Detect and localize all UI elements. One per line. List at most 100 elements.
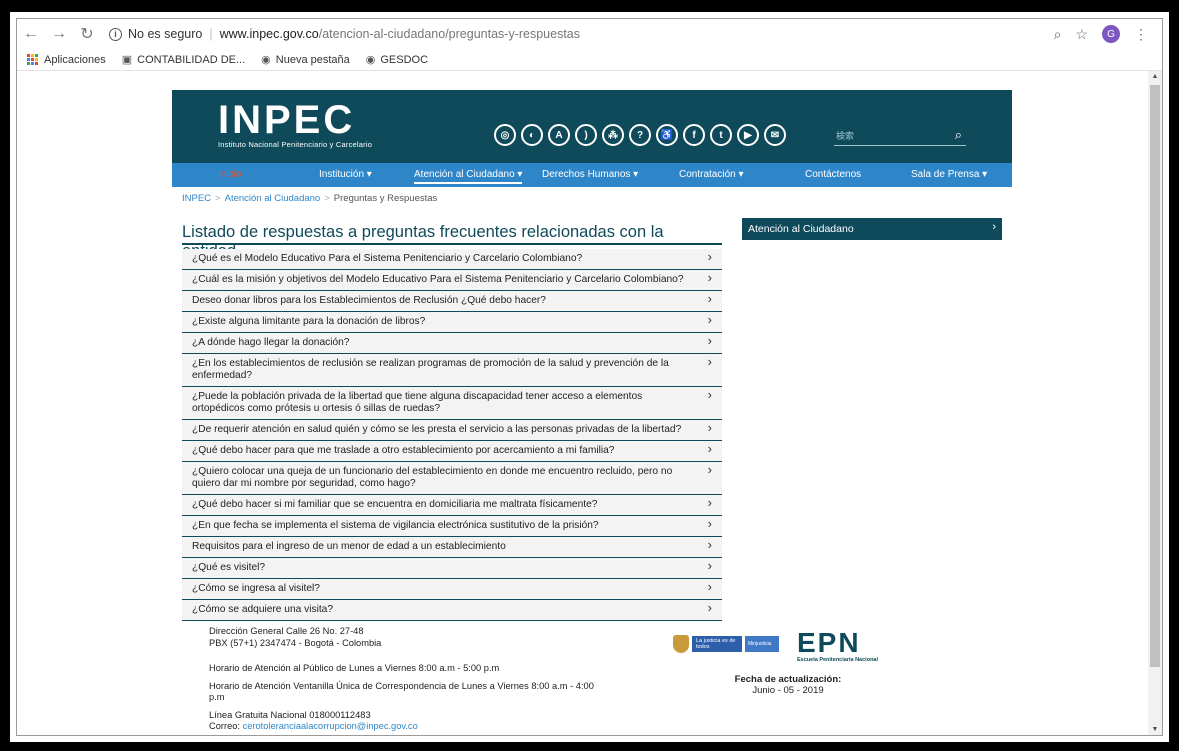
twitter-icon[interactable]: t	[710, 124, 732, 146]
scroll-down-icon[interactable]: ▼	[1148, 726, 1162, 733]
globe-icon[interactable]: ◎	[494, 124, 516, 146]
faq-question: ¿De requerir atención en salud quién y c…	[192, 424, 682, 435]
faq-item[interactable]: ¿Puede la población privada de la libert…	[182, 387, 722, 420]
bookmark-new-tab[interactable]: ◉ Nueva pestaña	[261, 53, 350, 67]
divider: |	[209, 27, 213, 41]
chevron-right-icon: ›	[707, 441, 712, 456]
footer-email-label: Correo:	[209, 721, 243, 731]
browser-toolbar: ← → ↻ i No es seguro | www.inpec.gov.co /…	[17, 19, 1162, 49]
avatar[interactable]: G	[1102, 25, 1120, 43]
font-size-icon[interactable]: A	[548, 124, 570, 146]
search-input[interactable]: 検索 ⌕	[834, 126, 966, 146]
ministry-name: Minjusticia	[745, 636, 779, 652]
breadcrumb-section[interactable]: Atención al Ciudadano	[225, 193, 321, 204]
address-bar[interactable]: i No es seguro | www.inpec.gov.co/atenci…	[109, 22, 1054, 46]
bookmark-gesdoc[interactable]: ◉ GESDOC	[366, 53, 429, 67]
faq-item[interactable]: ¿Existe alguna limitante para la donació…	[182, 312, 722, 333]
reload-icon[interactable]: ↻	[73, 24, 101, 44]
breadcrumb-home[interactable]: INPEC	[182, 193, 211, 204]
bookmark-label: CONTABILIDAD DE...	[137, 53, 246, 66]
info-icon[interactable]: i	[109, 27, 122, 41]
help-icon[interactable]: ?	[629, 124, 651, 146]
bookmark-contabilidad[interactable]: ▣ CONTABILIDAD DE...	[122, 53, 246, 67]
zoom-icon[interactable]: ⌕	[1054, 26, 1062, 43]
chevron-right-icon: ›	[707, 312, 712, 327]
faq-item[interactable]: ¿Qué es visitel? ›	[182, 558, 722, 579]
faq-item[interactable]: ¿A dónde hago llegar la donación? ›	[182, 333, 722, 354]
sitemap-icon[interactable]: ⁂	[602, 124, 624, 146]
faq-question: ¿Qué es el Modelo Educativo Para el Sist…	[192, 253, 583, 264]
update-label: Fecha de actualización:	[734, 674, 842, 685]
faq-item[interactable]: ¿Qué es el Modelo Educativo Para el Sist…	[182, 249, 722, 270]
faq-item[interactable]: ¿En los establecimientos de reclusión se…	[182, 354, 722, 387]
search-placeholder: 検索	[836, 131, 855, 141]
faq-list: ¿Qué es el Modelo Educativo Para el Sist…	[182, 249, 722, 621]
minjusticia-logo[interactable]: La justicia es de todos Minjusticia	[673, 635, 779, 653]
epn-logo[interactable]: EPN Escuela Penitenciaria Nacional	[797, 629, 879, 664]
nav-sala-prensa[interactable]: Sala de Prensa ▾	[911, 169, 987, 180]
bookmark-apps[interactable]: Aplicaciones	[44, 54, 106, 66]
faq-item[interactable]: ¿Cómo se adquiere una visita? ›	[182, 600, 722, 621]
epn-subtitle: Escuela Penitenciaria Nacional	[797, 657, 879, 663]
footer-email-link[interactable]: cerotoleranciaalacorrupcion@inpec.gov.co	[243, 721, 418, 731]
apps-icon[interactable]	[27, 54, 38, 65]
youtube-icon[interactable]: ▶	[737, 124, 759, 146]
chevron-right-icon: ›	[707, 270, 712, 285]
faq-item[interactable]: ¿Quiero colocar una queja de un funciona…	[182, 462, 722, 495]
browser-window: ← → ↻ i No es seguro | www.inpec.gov.co /…	[16, 18, 1163, 736]
faq-item[interactable]: ¿Qué debo hacer para que me traslade a o…	[182, 441, 722, 462]
footer-contact: Dirección General Calle 26 No. 27-48 PBX…	[209, 626, 594, 733]
menu-icon[interactable]: ⋮	[1134, 26, 1148, 43]
security-label: No es seguro	[128, 27, 203, 41]
mail-icon[interactable]: ✉	[764, 124, 786, 146]
chevron-right-icon: >	[324, 193, 330, 204]
title-divider	[182, 243, 722, 245]
chevron-right-icon: ›	[707, 495, 712, 510]
header-icons: ◎ ◐ A ) ⁂ ? ♿ f t ▶ ✉	[494, 124, 786, 146]
faq-item[interactable]: ¿Cuál es la misión y objetivos del Model…	[182, 270, 722, 291]
globe-icon: ◉	[261, 54, 271, 66]
nav-institucion[interactable]: Institución ▾	[319, 169, 372, 180]
nav-inicio[interactable]: Inicio	[218, 169, 241, 180]
nav-atencion[interactable]: Atención al Ciudadano ▾	[414, 169, 523, 184]
search-icon[interactable]: ⌕	[955, 127, 962, 143]
faq-question: ¿Qué debo hacer si mi familiar que se en…	[192, 499, 598, 510]
faq-question: ¿A dónde hago llegar la donación?	[192, 337, 350, 348]
chevron-right-icon: >	[215, 193, 221, 204]
faq-question: ¿Existe alguna limitante para la donació…	[192, 316, 426, 327]
accessibility-icon[interactable]: ♿	[656, 124, 678, 146]
back-icon[interactable]: ←	[17, 25, 45, 43]
scroll-thumb[interactable]	[1150, 85, 1160, 667]
faq-question: ¿En que fecha se implementa el sistema d…	[192, 520, 599, 531]
nav-contratacion[interactable]: Contratación ▾	[679, 169, 744, 180]
star-icon[interactable]: ☆	[1075, 26, 1088, 43]
contrast-icon[interactable]: ◐	[521, 124, 543, 146]
scroll-up-icon[interactable]: ▲	[1148, 73, 1162, 80]
faq-item[interactable]: ¿Qué debo hacer si mi familiar que se en…	[182, 495, 722, 516]
faq-item[interactable]: ¿De requerir atención en salud quién y c…	[182, 420, 722, 441]
chevron-right-icon: ›	[707, 558, 712, 573]
faq-question: Deseo donar libros para los Establecimie…	[192, 295, 546, 306]
faq-question: ¿Cuál es la misión y objetivos del Model…	[192, 274, 684, 285]
faq-item[interactable]: ¿En que fecha se implementa el sistema d…	[182, 516, 722, 537]
faq-item[interactable]: ¿Cómo se ingresa al visitel? ›	[182, 579, 722, 600]
forward-icon[interactable]: →	[45, 25, 73, 43]
faq-question: ¿Cómo se ingresa al visitel?	[192, 583, 320, 594]
sidebar-item-atencion[interactable]: Atención al Ciudadano ›	[742, 218, 1002, 240]
facebook-icon[interactable]: f	[683, 124, 705, 146]
inpec-logo[interactable]: INPEC Instituto Nacional Penitenciario y…	[218, 100, 372, 149]
bookmark-label: GESDOC	[380, 53, 429, 66]
breadcrumb: INPEC > Atención al Ciudadano > Preguntas y …	[182, 193, 437, 204]
faq-item[interactable]: Deseo donar libros para los Establecimie…	[182, 291, 722, 312]
rss-icon[interactable]: )	[575, 124, 597, 146]
footer-hours-public: Horario de Atención al Público de Lunes …	[209, 663, 500, 673]
faq-item[interactable]: Requisitos para el ingreso de un menor d…	[182, 537, 722, 558]
chevron-right-icon: ›	[992, 221, 996, 233]
footer-address: Dirección General Calle 26 No. 27-48	[209, 626, 364, 636]
faq-question: ¿Qué es visitel?	[192, 562, 266, 573]
footer-email-line: Correo: cerotoleranciaalacorrupcion@inpe…	[209, 721, 594, 733]
scrollbar[interactable]: ▲ ▼	[1148, 71, 1162, 735]
chevron-right-icon: ›	[707, 537, 712, 552]
nav-derechos[interactable]: Derechos Humanos ▾	[542, 169, 638, 180]
nav-contactenos[interactable]: Contáctenos	[805, 169, 861, 180]
